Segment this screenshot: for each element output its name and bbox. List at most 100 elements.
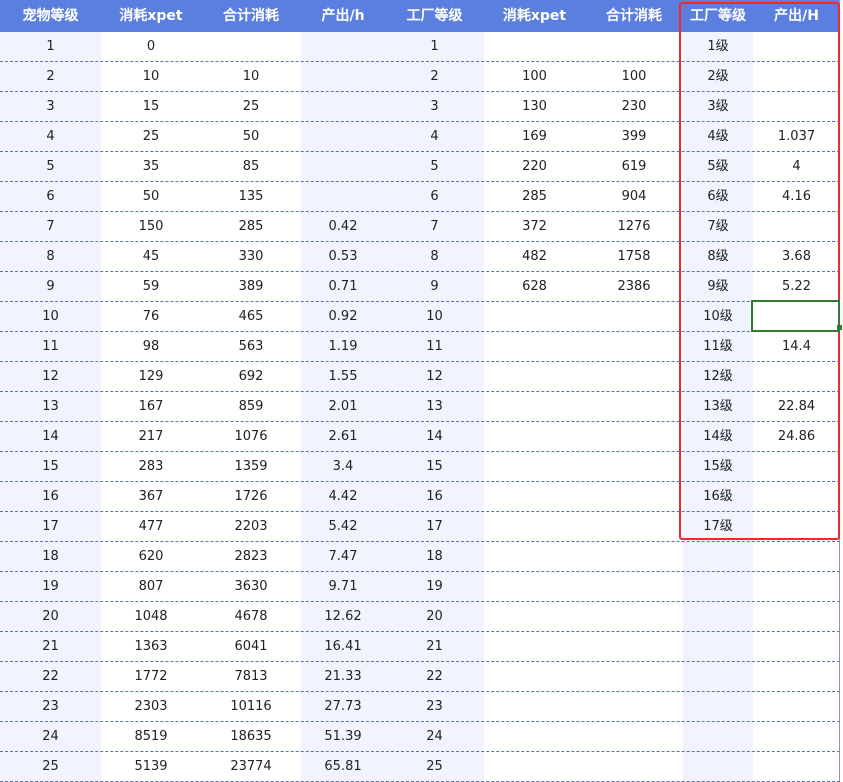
cell-factory-total[interactable]	[585, 752, 683, 782]
cell-factory-total[interactable]	[585, 722, 683, 752]
cell-factory-level[interactable]: 5	[385, 152, 484, 182]
cell-pet-level[interactable]: 12	[0, 362, 101, 392]
cell-pet-xpet[interactable]: 807	[101, 572, 201, 602]
cell-pet-output[interactable]: 16.41	[301, 632, 385, 662]
cell-factory-level-2[interactable]: 9级	[683, 272, 753, 302]
cell-pet-xpet[interactable]: 10	[101, 62, 201, 92]
cell-factory-total[interactable]	[585, 602, 683, 632]
cell-factory-xpet[interactable]	[484, 542, 585, 572]
cell-factory-xpet[interactable]	[484, 362, 585, 392]
cell-factory-level-2[interactable]: 14级	[683, 422, 753, 452]
cell-factory-total[interactable]	[585, 332, 683, 362]
cell-factory-xpet[interactable]	[484, 392, 585, 422]
cell-pet-total[interactable]: 85	[201, 152, 301, 182]
cell-factory-level-2[interactable]: 1级	[683, 32, 753, 62]
cell-factory-total[interactable]	[585, 542, 683, 572]
cell-pet-output[interactable]: 3.4	[301, 452, 385, 482]
cell-factory-output[interactable]	[753, 632, 840, 662]
cell-factory-level-2[interactable]: 5级	[683, 152, 753, 182]
column-header-factory-total[interactable]: 合计消耗	[585, 0, 683, 32]
cell-factory-level-2[interactable]	[683, 662, 753, 692]
cell-pet-total[interactable]: 2823	[201, 542, 301, 572]
cell-pet-level[interactable]: 8	[0, 242, 101, 272]
cell-factory-xpet[interactable]	[484, 692, 585, 722]
cell-pet-total[interactable]: 135	[201, 182, 301, 212]
cell-factory-output[interactable]	[753, 482, 840, 512]
cell-factory-total[interactable]: 619	[585, 152, 683, 182]
cell-pet-level[interactable]: 11	[0, 332, 101, 362]
cell-pet-xpet[interactable]: 50	[101, 182, 201, 212]
cell-factory-total[interactable]	[585, 302, 683, 332]
cell-factory-level-2[interactable]: 16级	[683, 482, 753, 512]
cell-factory-total[interactable]	[585, 362, 683, 392]
cell-pet-xpet[interactable]: 217	[101, 422, 201, 452]
cell-factory-xpet[interactable]	[484, 332, 585, 362]
cell-factory-level-2[interactable]	[683, 722, 753, 752]
cell-pet-output[interactable]: 4.42	[301, 482, 385, 512]
cell-pet-xpet[interactable]: 76	[101, 302, 201, 332]
cell-pet-xpet[interactable]: 98	[101, 332, 201, 362]
cell-pet-xpet[interactable]: 5139	[101, 752, 201, 782]
cell-pet-level[interactable]: 21	[0, 632, 101, 662]
cell-pet-xpet[interactable]: 15	[101, 92, 201, 122]
cell-factory-xpet[interactable]: 482	[484, 242, 585, 272]
cell-factory-level[interactable]: 25	[385, 752, 484, 782]
cell-factory-total[interactable]: 230	[585, 92, 683, 122]
cell-factory-output[interactable]	[753, 752, 840, 782]
cell-factory-xpet[interactable]: 285	[484, 182, 585, 212]
cell-factory-xpet[interactable]	[484, 752, 585, 782]
cell-factory-level-2[interactable]: 15级	[683, 452, 753, 482]
cell-factory-level[interactable]: 13	[385, 392, 484, 422]
cell-factory-xpet[interactable]: 100	[484, 62, 585, 92]
cell-pet-total[interactable]: 50	[201, 122, 301, 152]
cell-factory-output[interactable]: 4	[753, 152, 840, 182]
cell-pet-total[interactable]: 330	[201, 242, 301, 272]
cell-pet-xpet[interactable]: 0	[101, 32, 201, 62]
cell-factory-output[interactable]	[753, 602, 840, 632]
cell-pet-level[interactable]: 17	[0, 512, 101, 542]
cell-factory-level[interactable]: 15	[385, 452, 484, 482]
cell-factory-output[interactable]	[753, 452, 840, 482]
cell-pet-xpet[interactable]: 129	[101, 362, 201, 392]
cell-factory-level-2[interactable]: 11级	[683, 332, 753, 362]
cell-factory-xpet[interactable]: 130	[484, 92, 585, 122]
cell-factory-output[interactable]	[753, 692, 840, 722]
cell-factory-total[interactable]: 399	[585, 122, 683, 152]
cell-pet-output[interactable]: 12.62	[301, 602, 385, 632]
cell-factory-level[interactable]: 11	[385, 332, 484, 362]
cell-pet-total[interactable]: 3630	[201, 572, 301, 602]
cell-factory-level-2[interactable]: 4级	[683, 122, 753, 152]
cell-factory-output[interactable]: 5.22	[753, 272, 840, 302]
cell-pet-level[interactable]: 24	[0, 722, 101, 752]
cell-factory-output[interactable]	[753, 362, 840, 392]
cell-factory-output[interactable]: 3.68	[753, 242, 840, 272]
cell-factory-output[interactable]: 14.4	[753, 332, 840, 362]
cell-factory-xpet[interactable]: 628	[484, 272, 585, 302]
cell-pet-total[interactable]: 692	[201, 362, 301, 392]
cell-factory-total[interactable]	[585, 422, 683, 452]
cell-pet-xpet[interactable]: 1363	[101, 632, 201, 662]
cell-pet-xpet[interactable]: 2303	[101, 692, 201, 722]
fill-handle[interactable]	[837, 325, 842, 330]
cell-factory-xpet[interactable]	[484, 722, 585, 752]
cell-factory-level[interactable]: 2	[385, 62, 484, 92]
cell-factory-xpet[interactable]: 169	[484, 122, 585, 152]
cell-factory-level[interactable]: 9	[385, 272, 484, 302]
cell-pet-level[interactable]: 10	[0, 302, 101, 332]
cell-factory-total[interactable]: 2386	[585, 272, 683, 302]
cell-pet-level[interactable]: 19	[0, 572, 101, 602]
cell-factory-output[interactable]: 4.16	[753, 182, 840, 212]
cell-factory-level-2[interactable]	[683, 632, 753, 662]
cell-factory-output[interactable]	[753, 662, 840, 692]
cell-pet-output[interactable]	[301, 32, 385, 62]
cell-pet-level[interactable]: 20	[0, 602, 101, 632]
cell-factory-level[interactable]: 19	[385, 572, 484, 602]
cell-pet-total[interactable]: 7813	[201, 662, 301, 692]
cell-pet-xpet[interactable]: 8519	[101, 722, 201, 752]
cell-pet-total[interactable]: 1726	[201, 482, 301, 512]
cell-factory-level-2[interactable]: 2级	[683, 62, 753, 92]
cell-factory-total[interactable]	[585, 692, 683, 722]
cell-factory-level-2[interactable]: 13级	[683, 392, 753, 422]
cell-pet-output[interactable]: 1.19	[301, 332, 385, 362]
cell-factory-xpet[interactable]	[484, 632, 585, 662]
